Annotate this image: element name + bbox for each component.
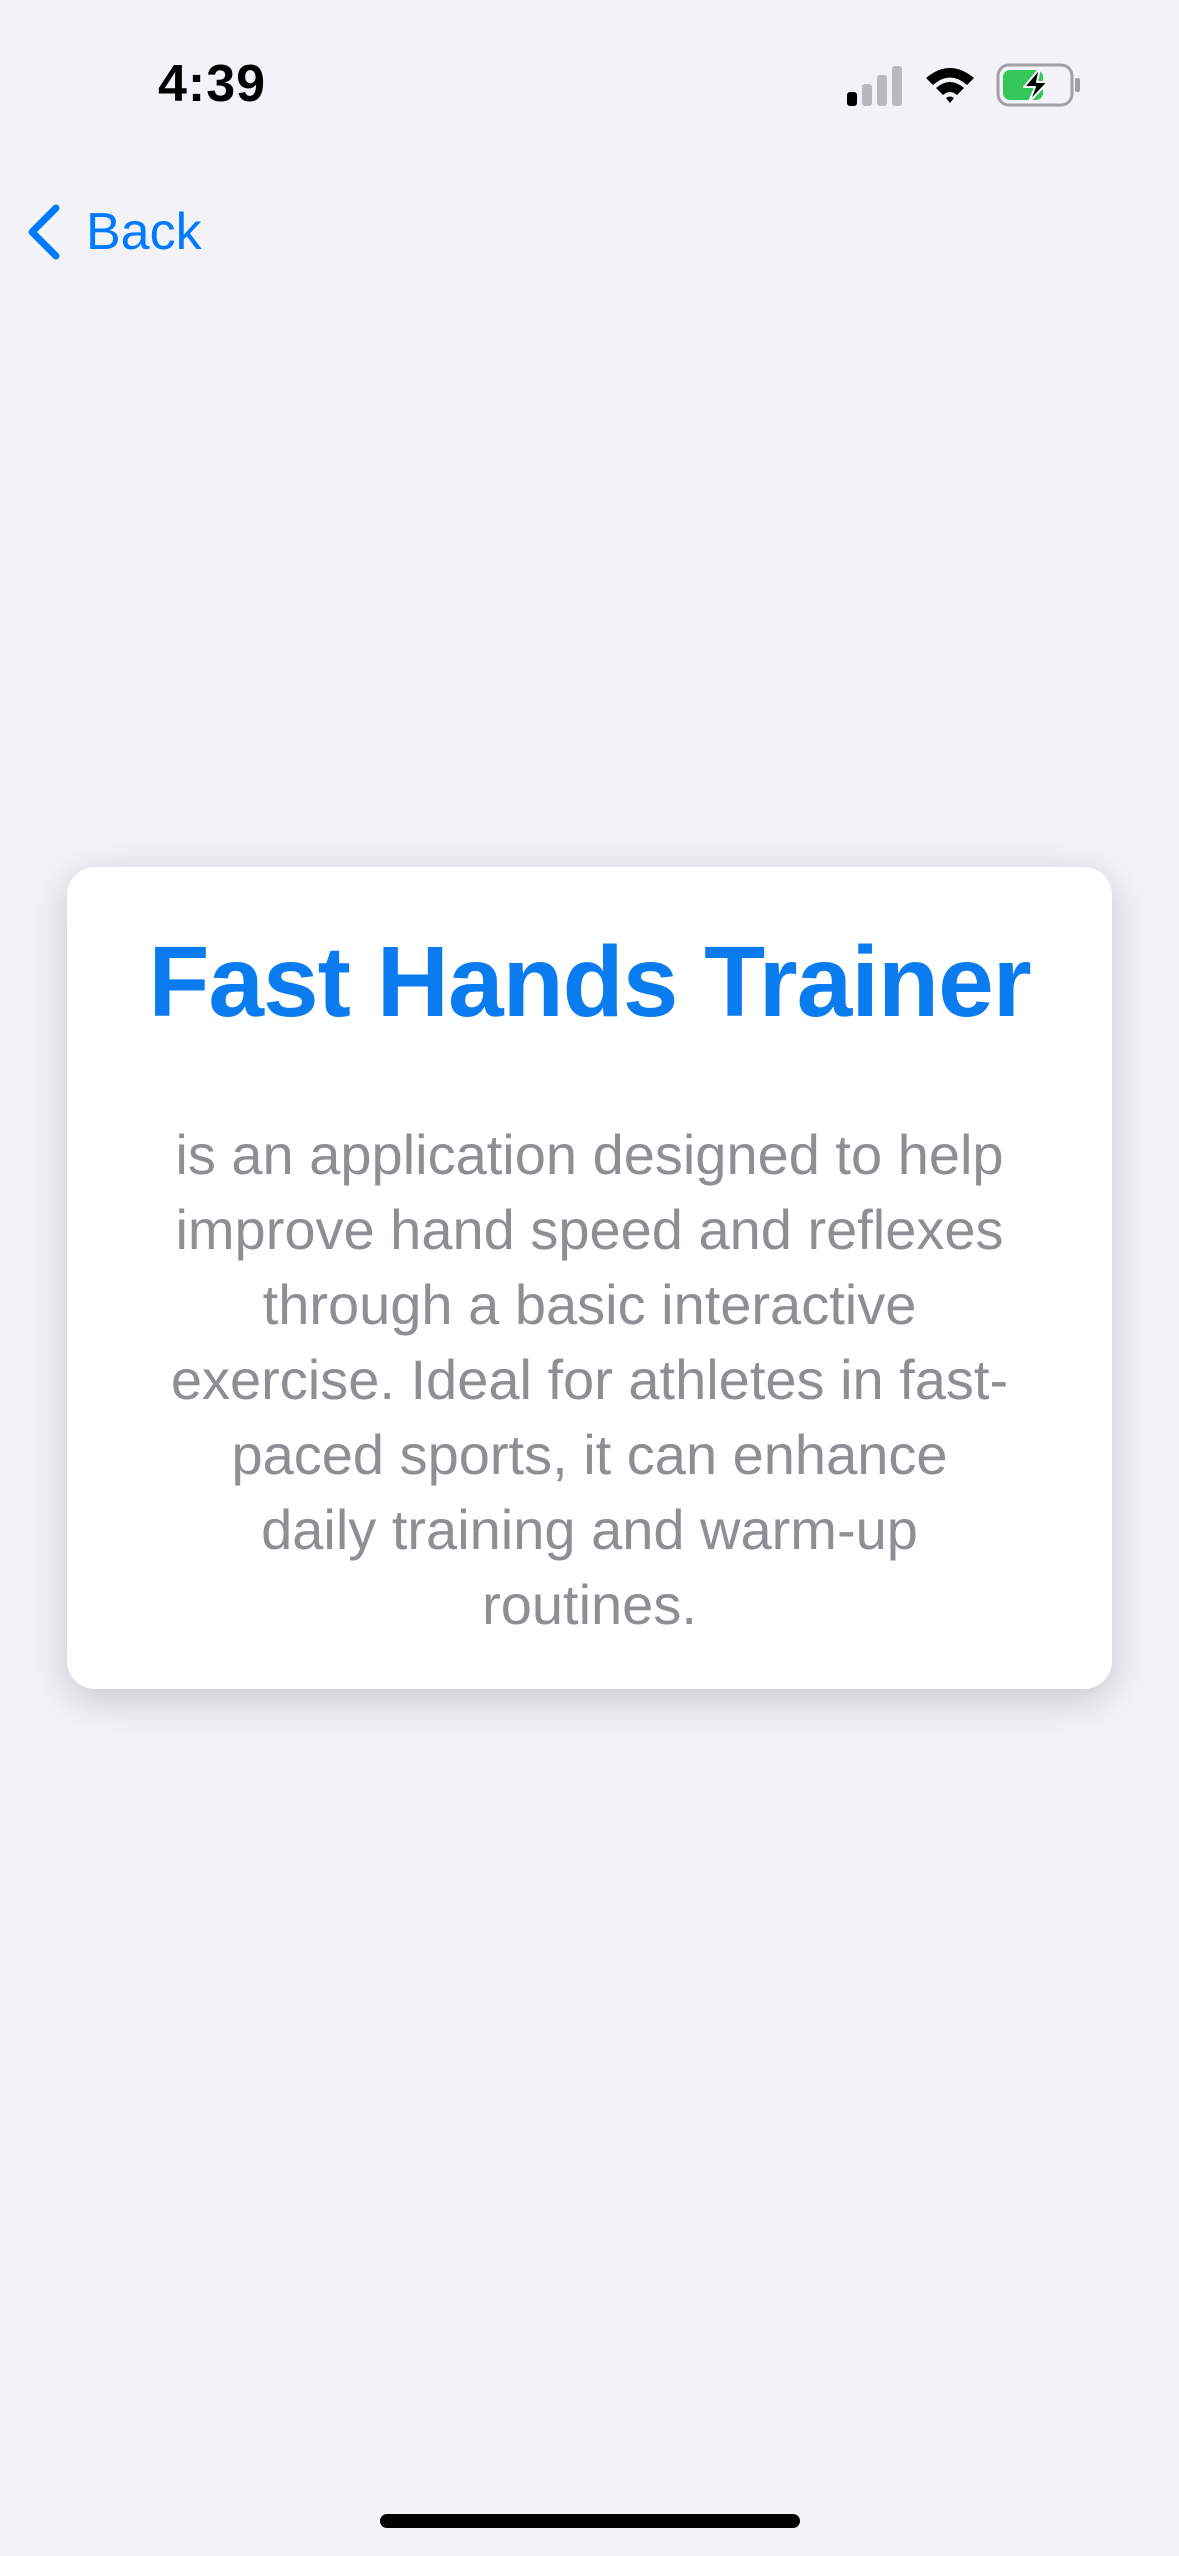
app-description: is an application designed to help impro… <box>170 1123 1009 1636</box>
info-card: Fast Hands Trainer is an application des… <box>67 867 1112 1689</box>
cellular-signal-icon <box>847 66 902 106</box>
home-indicator[interactable] <box>380 2514 800 2528</box>
status-bar: 4:39 <box>0 0 1179 160</box>
wifi-icon <box>926 68 974 103</box>
back-button[interactable]: Back <box>24 192 202 272</box>
status-time: 4:39 <box>158 55 267 113</box>
app-title: Fast Hands Trainer <box>148 926 1031 1038</box>
navigation-bar: Back <box>0 180 1179 280</box>
battery-charging-icon <box>996 63 1080 107</box>
chevron-left-icon <box>28 204 60 260</box>
back-label: Back <box>86 203 202 261</box>
